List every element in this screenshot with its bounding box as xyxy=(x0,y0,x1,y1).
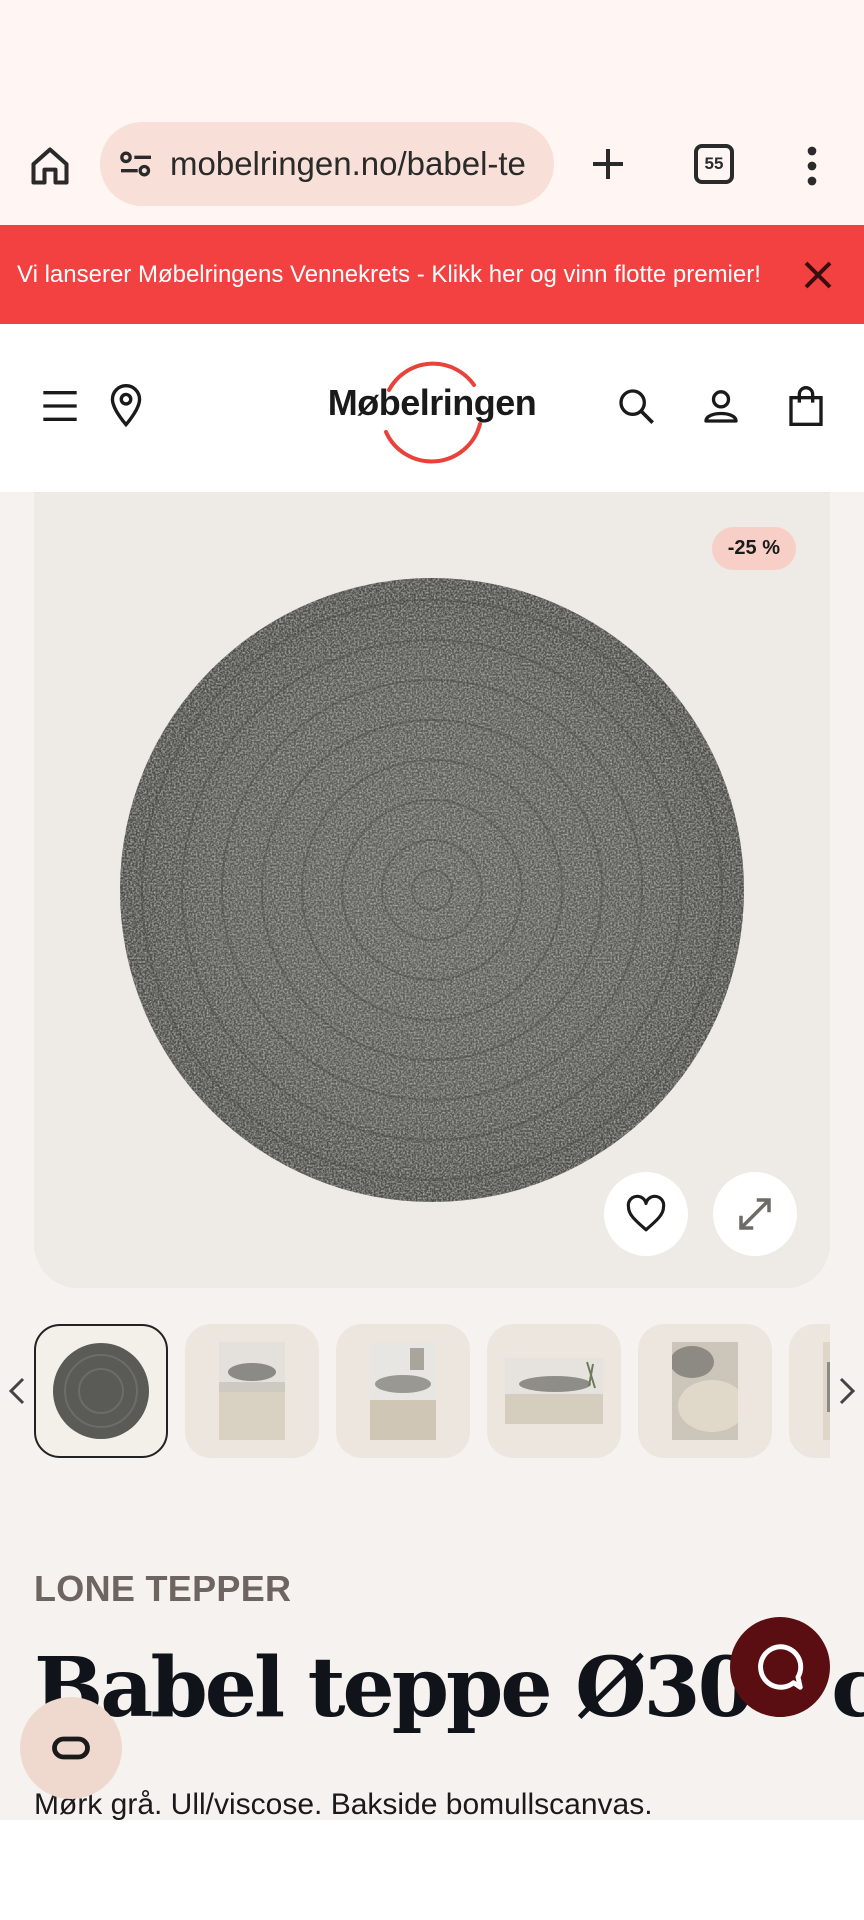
tab-count: 55 xyxy=(704,154,724,173)
cookie-settings-icon xyxy=(52,1736,90,1760)
chevron-left-icon[interactable] xyxy=(2,1367,32,1415)
thumbnail-3[interactable] xyxy=(336,1324,470,1458)
thumbnail-image xyxy=(53,1343,149,1439)
hamburger-menu-icon[interactable] xyxy=(34,380,86,432)
logo-text: Møbelringen xyxy=(327,382,537,423)
promo-banner[interactable]: Vi lanserer Møbelringens Vennekrets - Kl… xyxy=(0,225,864,324)
product-brand[interactable]: LONE TEPPER xyxy=(34,1568,291,1610)
home-icon[interactable] xyxy=(22,138,78,194)
chevron-right-icon[interactable] xyxy=(832,1367,862,1415)
product-image-area[interactable]: -25 % xyxy=(34,492,830,1288)
thumbnail-1[interactable] xyxy=(34,1324,168,1458)
heart-icon xyxy=(626,1194,666,1232)
store-location-icon[interactable] xyxy=(100,380,152,432)
product-image-rug[interactable] xyxy=(118,576,746,1204)
product-page: -25 % LONE TEPPER Babel teppe Ø300 c Mør… xyxy=(0,492,864,1820)
thumbnail-carousel xyxy=(0,1322,864,1460)
more-menu-icon[interactable] xyxy=(792,138,832,194)
discount-badge: -25 % xyxy=(711,527,796,570)
site-header: Møbelringen xyxy=(0,324,864,492)
shopping-bag-icon[interactable] xyxy=(780,380,832,432)
site-settings-icon[interactable] xyxy=(116,144,156,184)
tab-switcher-icon[interactable]: 55 xyxy=(690,140,738,188)
thumbnail-5[interactable] xyxy=(638,1324,772,1458)
thumbnail-track xyxy=(34,1322,830,1460)
status-bar xyxy=(0,0,864,100)
thumbnail-image xyxy=(219,1342,285,1440)
browser-toolbar: mobelringen.no/babel-te 55 xyxy=(0,100,864,225)
address-bar[interactable]: mobelringen.no/babel-te xyxy=(100,122,554,206)
account-icon[interactable] xyxy=(695,380,747,432)
thumbnail-6[interactable] xyxy=(789,1324,830,1458)
product-description: Mørk grå. Ull/viscose. Bakside bomullsca… xyxy=(34,1788,653,1820)
search-icon[interactable] xyxy=(610,380,662,432)
thumbnail-4[interactable] xyxy=(487,1324,621,1458)
close-icon[interactable] xyxy=(792,249,844,301)
thumbnail-image xyxy=(672,1342,738,1440)
site-logo[interactable]: Møbelringen xyxy=(300,342,564,472)
chat-bubble-icon xyxy=(758,1644,804,1690)
promo-text[interactable]: Vi lanserer Møbelringens Vennekrets - Kl… xyxy=(0,258,770,291)
expand-icon xyxy=(739,1198,771,1230)
new-tab-icon[interactable] xyxy=(580,136,636,192)
thumbnail-image xyxy=(370,1342,436,1440)
expand-image-button[interactable] xyxy=(713,1172,797,1256)
cookie-settings-button[interactable] xyxy=(20,1697,122,1799)
favorite-button[interactable] xyxy=(604,1172,688,1256)
thumbnail-image xyxy=(823,1342,830,1440)
thumbnail-image xyxy=(505,1358,603,1424)
url-text: mobelringen.no/babel-te xyxy=(170,145,526,182)
thumbnail-2[interactable] xyxy=(185,1324,319,1458)
bottom-bar xyxy=(0,1820,864,1920)
chat-button[interactable] xyxy=(730,1617,830,1717)
